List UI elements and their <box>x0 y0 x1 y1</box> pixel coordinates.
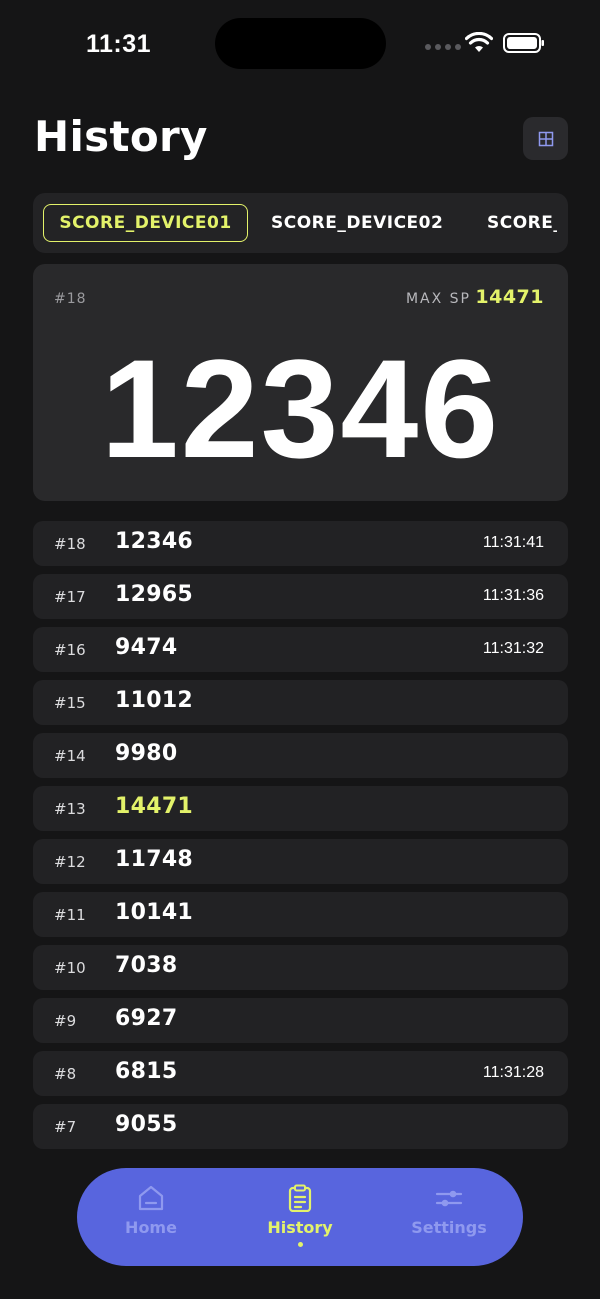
history-row[interactable]: #18 12346 11:31:41 <box>33 521 568 566</box>
nav-home[interactable]: Home <box>91 1184 211 1237</box>
row-score: 9474 <box>115 635 178 660</box>
history-row[interactable]: #7 9055 <box>33 1104 568 1149</box>
row-score: 7038 <box>115 953 178 978</box>
row-time: 11:31:32 <box>482 640 544 657</box>
history-row[interactable]: #13 14471 <box>33 786 568 831</box>
row-score: 11012 <box>115 688 194 713</box>
row-score: 9980 <box>115 741 178 766</box>
device-tabs: SCORE_DEVICE01 SCORE_DEVICE02 SCORE_DEVI… <box>33 193 568 253</box>
row-score: 12346 <box>115 529 194 554</box>
max-sp-value: 14471 <box>475 286 544 308</box>
sliders-icon <box>435 1190 463 1207</box>
row-score: 10141 <box>115 900 194 925</box>
row-time: 11:31:28 <box>482 1064 544 1081</box>
cellular-signal-icon <box>425 44 461 50</box>
row-score-max: 14471 <box>115 794 194 819</box>
history-row[interactable]: #10 7038 <box>33 945 568 990</box>
row-index: #16 <box>54 641 86 659</box>
row-index: #13 <box>54 800 86 818</box>
row-time: 11:31:41 <box>482 534 544 551</box>
active-indicator-dot <box>297 1242 303 1247</box>
grid-view-button[interactable] <box>523 117 568 160</box>
tab-score-device03[interactable]: SCORE_DEVICE03 <box>487 204 557 242</box>
history-row[interactable]: #8 6815 11:31:28 <box>33 1051 568 1096</box>
row-index: #8 <box>54 1065 77 1083</box>
row-index: #9 <box>54 1012 77 1030</box>
current-score-card: #18 MAX SP 14471 12346 <box>33 264 568 501</box>
row-score: 12965 <box>115 582 194 607</box>
status-bar: 11:31 <box>0 0 600 90</box>
bottom-nav: Home History Settings <box>77 1168 523 1266</box>
current-index: #18 <box>54 291 87 307</box>
grid-icon <box>538 131 553 146</box>
row-index: #14 <box>54 747 86 765</box>
history-row[interactable]: #15 11012 <box>33 680 568 725</box>
history-row[interactable]: #12 11748 <box>33 839 568 884</box>
row-index: #15 <box>54 694 86 712</box>
row-index: #17 <box>54 588 86 606</box>
tab-score-device01[interactable]: SCORE_DEVICE01 <box>43 204 248 242</box>
row-score: 9055 <box>115 1112 178 1137</box>
page-title: History <box>34 112 208 161</box>
nav-settings-label: Settings <box>411 1218 487 1237</box>
history-row[interactable]: #16 9474 11:31:32 <box>33 627 568 672</box>
home-icon <box>138 1185 164 1211</box>
row-time: 11:31:36 <box>482 587 544 604</box>
row-score: 11748 <box>115 847 194 872</box>
row-score: 6815 <box>115 1059 178 1084</box>
nav-home-label: Home <box>125 1218 177 1237</box>
nav-history[interactable]: History <box>240 1184 360 1247</box>
battery-icon <box>503 33 544 53</box>
clipboard-icon <box>288 1184 312 1212</box>
history-row[interactable]: #11 10141 <box>33 892 568 937</box>
history-row[interactable]: #9 6927 <box>33 998 568 1043</box>
row-score: 6927 <box>115 1006 178 1031</box>
nav-settings[interactable]: Settings <box>389 1184 509 1237</box>
nav-history-label: History <box>267 1218 333 1237</box>
history-screen: 11:31 History SCORE_DEVICE01 SCORE_DEVIC… <box>0 0 600 1299</box>
current-score: 12346 <box>100 330 501 487</box>
dynamic-island <box>215 18 386 69</box>
status-time: 11:31 <box>86 30 152 58</box>
history-row[interactable]: #17 12965 11:31:36 <box>33 574 568 619</box>
row-index: #18 <box>54 535 86 553</box>
wifi-icon <box>465 32 493 52</box>
history-row[interactable]: #14 9980 <box>33 733 568 778</box>
tab-score-device02[interactable]: SCORE_DEVICE02 <box>271 204 443 242</box>
row-index: #12 <box>54 853 86 871</box>
row-index: #7 <box>54 1118 77 1136</box>
row-index: #10 <box>54 959 86 977</box>
row-index: #11 <box>54 906 86 924</box>
max-sp-label: MAX SP <box>405 291 471 307</box>
